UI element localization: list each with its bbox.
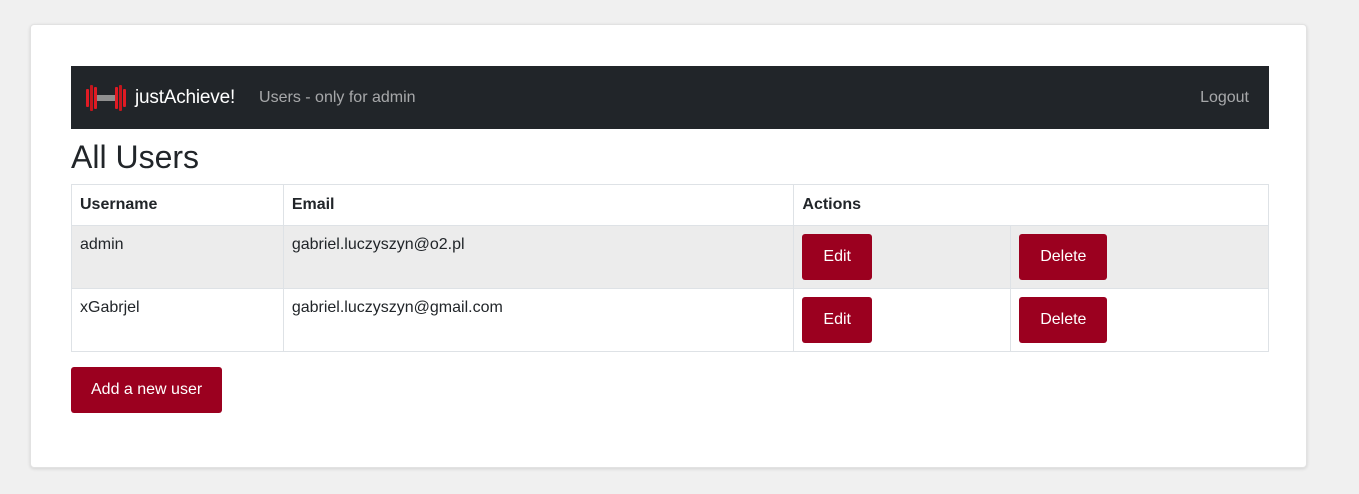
table-header-row: Username Email Actions: [71, 184, 1269, 226]
brand-link[interactable]: justAchieve!: [85, 83, 235, 113]
delete-button[interactable]: Delete: [1019, 297, 1108, 343]
cell-edit: Edit: [793, 288, 1012, 352]
column-header-email: Email: [282, 184, 795, 226]
delete-button[interactable]: Delete: [1019, 234, 1108, 280]
column-header-actions: Actions: [793, 184, 1269, 226]
table-row: admin gabriel.luczyszyn@o2.pl Edit Delet…: [71, 225, 1269, 289]
page-title: All Users: [71, 139, 200, 175]
brand-name: justAchieve!: [135, 86, 236, 108]
add-user-button[interactable]: Add a new user: [71, 367, 223, 413]
cell-email: gabriel.luczyszyn@o2.pl: [282, 225, 795, 289]
top-navbar: justAchieve! Users - only for admin Logo…: [71, 66, 1269, 129]
users-table: Username Email Actions admin gabriel.luc…: [71, 184, 1269, 352]
cell-username: admin: [71, 225, 284, 289]
cell-delete: Delete: [1010, 225, 1269, 289]
dumbbell-icon: [86, 84, 126, 111]
cell-email: gabriel.luczyszyn@gmail.com: [282, 288, 795, 352]
cell-delete: Delete: [1010, 288, 1269, 352]
nav-link-users[interactable]: Users - only for admin: [259, 89, 416, 107]
column-header-username: Username: [71, 184, 284, 226]
edit-button[interactable]: Edit: [802, 234, 872, 280]
table-row: xGabrjel gabriel.luczyszyn@gmail.com Edi…: [71, 288, 1269, 352]
content-card: justAchieve! Users - only for admin Logo…: [30, 24, 1307, 468]
logout-link[interactable]: Logout: [1200, 89, 1249, 107]
edit-button[interactable]: Edit: [802, 297, 872, 343]
cell-edit: Edit: [793, 225, 1012, 289]
cell-username: xGabrjel: [71, 288, 284, 352]
